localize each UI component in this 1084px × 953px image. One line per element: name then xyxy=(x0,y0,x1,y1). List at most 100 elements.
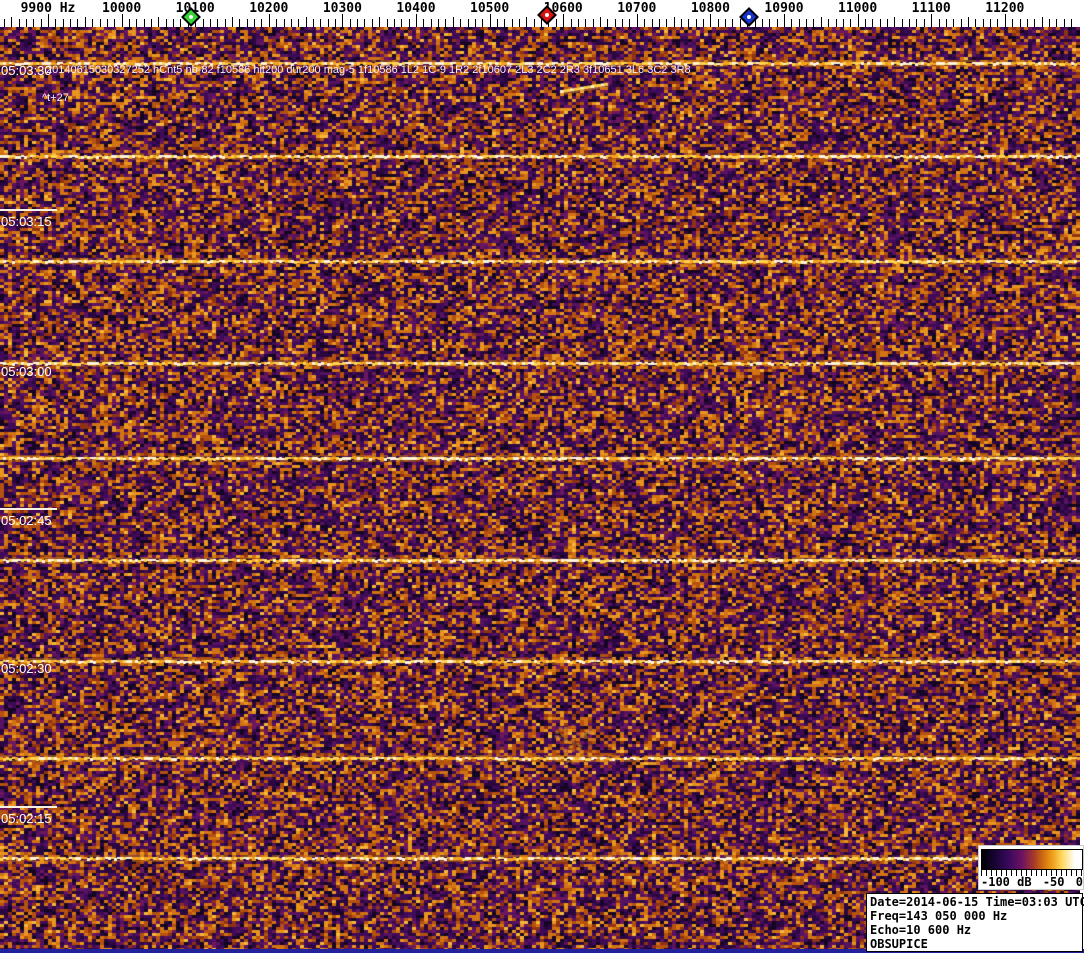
ruler-tick xyxy=(1071,19,1072,27)
ruler-tick xyxy=(1049,19,1050,27)
ruler-tick xyxy=(438,19,439,27)
ruler-tick xyxy=(475,19,476,27)
ruler-tick xyxy=(173,19,174,27)
ruler-tick xyxy=(261,19,262,27)
freq-tick-label: 10900 xyxy=(764,1,804,16)
spectrogram-waterfall[interactable] xyxy=(0,27,1084,953)
ruler-tick xyxy=(298,19,299,27)
ruler-tick xyxy=(1027,19,1028,27)
ruler-tick xyxy=(828,19,829,27)
freq-tick-label: 11000 xyxy=(838,1,878,16)
ruler-tick xyxy=(497,19,498,27)
ruler-tick xyxy=(872,19,873,27)
window-right-edge xyxy=(1080,0,1084,949)
time-label: 05:02:30 xyxy=(1,661,52,676)
ruler-tick xyxy=(946,19,947,27)
ruler-tick xyxy=(4,19,5,27)
info-date-time: Date=2014-06-15 Time=03:03 UTC xyxy=(870,895,1084,909)
ruler-tick xyxy=(652,19,653,27)
freq-tick-label: 11100 xyxy=(911,1,951,16)
ruler-tick xyxy=(836,19,837,27)
ruler-tick xyxy=(887,19,888,27)
ruler-tick xyxy=(1056,19,1057,27)
marker-center-dot xyxy=(545,13,549,17)
ruler-tick xyxy=(63,19,64,27)
ruler-tick xyxy=(92,19,93,27)
ruler-tick xyxy=(725,19,726,27)
marker-red-diamond-icon[interactable] xyxy=(537,5,557,25)
ruler-tick xyxy=(696,19,697,27)
ruler-tick xyxy=(328,19,329,27)
ruler-tick xyxy=(114,19,115,27)
ruler-tick xyxy=(276,19,277,27)
ruler-tick xyxy=(107,19,108,27)
detection-annotation: 20140615030327252 hCnt5 nb-82 f10586 hit… xyxy=(46,64,691,76)
marker-blue-diamond-icon[interactable] xyxy=(739,7,759,27)
time-label: 05:03:15 xyxy=(1,214,52,229)
db-max-label: 0 xyxy=(1075,875,1083,889)
ruler-tick xyxy=(607,19,608,27)
freq-tick-label: 10500 xyxy=(470,1,510,16)
ruler-tick xyxy=(225,19,226,27)
ruler-tick xyxy=(431,19,432,27)
marker-green-diamond-icon[interactable] xyxy=(181,7,201,27)
ruler-tick xyxy=(865,19,866,27)
ruler-tick xyxy=(158,17,159,27)
ruler-tick xyxy=(806,19,807,27)
ruler-tick xyxy=(19,19,20,27)
ruler-tick xyxy=(445,19,446,27)
ruler-tick xyxy=(990,19,991,27)
ruler-tick xyxy=(1042,17,1043,27)
ruler-tick xyxy=(593,19,594,27)
ruler-tick xyxy=(629,19,630,27)
ruler-tick xyxy=(129,19,130,27)
ruler-tick xyxy=(762,19,763,27)
ruler-tick xyxy=(77,19,78,27)
freq-tick-label: 10800 xyxy=(690,1,730,16)
ruler-tick xyxy=(799,19,800,27)
time-tick-dash xyxy=(0,209,57,211)
ruler-tick xyxy=(732,19,733,27)
ruler-tick xyxy=(615,19,616,27)
ruler-tick xyxy=(997,19,998,27)
ruler-tick xyxy=(394,19,395,27)
time-label: 05:02:45 xyxy=(1,513,52,528)
ruler-tick xyxy=(166,19,167,27)
ruler-tick xyxy=(85,17,86,27)
ruler-tick xyxy=(306,17,307,27)
ruler-tick xyxy=(11,17,12,27)
ruler-tick xyxy=(526,17,527,27)
ruler-tick xyxy=(423,19,424,27)
ruler-tick xyxy=(909,19,910,27)
ruler-tick xyxy=(703,19,704,27)
ruler-tick xyxy=(33,19,34,27)
ruler-tick xyxy=(468,19,469,27)
ruler-tick xyxy=(681,19,682,27)
info-station-name: OBSUPICE xyxy=(870,937,928,951)
ruler-tick xyxy=(769,19,770,27)
time-label: 05:03:00 xyxy=(1,364,52,379)
ruler-tick xyxy=(254,19,255,27)
ruler-tick xyxy=(813,19,814,27)
ruler-tick xyxy=(26,19,27,27)
ruler-tick xyxy=(512,19,513,27)
time-tick-dash xyxy=(0,806,57,808)
ruler-tick xyxy=(585,19,586,27)
ruler-tick xyxy=(335,19,336,27)
ruler-tick xyxy=(674,17,675,27)
time-offset-annotation: ^t+27 xyxy=(42,92,69,104)
ruler-tick xyxy=(791,19,792,27)
db-gradient-bar xyxy=(981,849,1083,870)
freq-tick-label: 10300 xyxy=(322,1,362,16)
ruler-tick xyxy=(387,19,388,27)
marker-center-dot xyxy=(747,15,751,19)
ruler-tick xyxy=(291,19,292,27)
ruler-tick xyxy=(55,19,56,27)
ruler-tick xyxy=(880,19,881,27)
ruler-tick xyxy=(504,19,505,27)
ruler-tick xyxy=(70,19,71,27)
ruler-tick xyxy=(939,19,940,27)
freq-tick-label: 10700 xyxy=(617,1,657,16)
observation-info-box: Date=2014-06-15 Time=03:03 UTC Freq=143 … xyxy=(866,893,1084,952)
freq-tick-label: 10000 xyxy=(102,1,142,16)
